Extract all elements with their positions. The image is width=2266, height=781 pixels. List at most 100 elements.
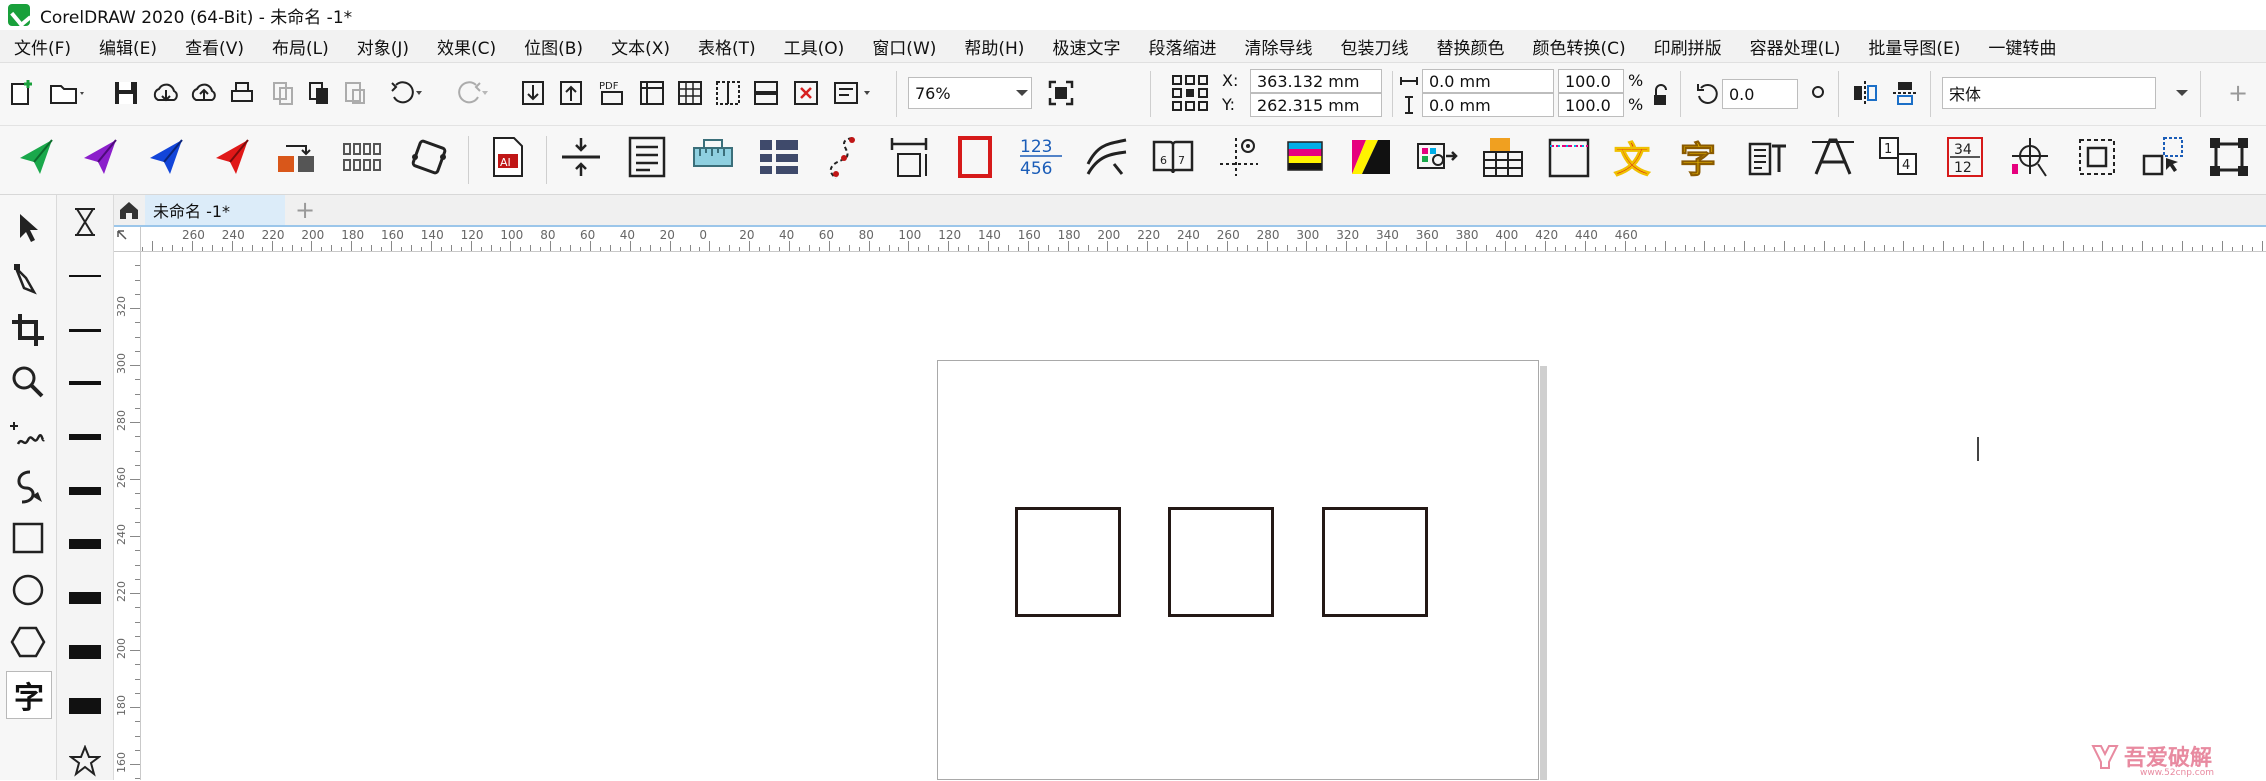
add-toolbar-plus-icon[interactable]: + (2220, 75, 2256, 111)
text-frame-icon[interactable] (622, 132, 672, 182)
new-document-icon[interactable] (6, 75, 38, 111)
vertical-ruler[interactable]: 320 300 280 260 240 220 200 180 160 (114, 227, 141, 780)
menu-item[interactable]: 效果(C) (423, 34, 510, 59)
zoom-to-page-icon[interactable] (1044, 75, 1078, 111)
tab-document[interactable]: 未命名 -1* (145, 195, 285, 225)
font-dropdown-chevron-down-icon[interactable] (2170, 77, 2194, 109)
star-icon[interactable] (68, 744, 102, 777)
menu-item[interactable]: 查看(V) (171, 34, 258, 59)
open-folder-icon[interactable] (46, 75, 90, 111)
font-family-field[interactable]: 宋体 (1942, 77, 2156, 109)
height-field[interactable]: 0.0 mm (1422, 93, 1554, 117)
red-frame-icon[interactable] (950, 132, 1000, 182)
square-shape[interactable] (1015, 507, 1121, 617)
cmyk-bars-icon[interactable] (1280, 132, 1330, 182)
crop-tool-icon[interactable] (6, 307, 50, 353)
snap-off-icon[interactable] (790, 75, 822, 111)
dimension-tool-icon[interactable] (884, 132, 934, 182)
shape-tool-icon[interactable] (6, 255, 50, 301)
freehand-tool-icon[interactable] (6, 411, 50, 457)
mirror-horizontal-icon[interactable] (1848, 75, 1882, 111)
menu-item[interactable]: 印刷拼版 (1640, 34, 1736, 59)
menu-item[interactable]: 工具(O) (770, 34, 859, 59)
select-frame-icon[interactable] (2072, 132, 2122, 182)
window-frame-icon[interactable] (1544, 132, 1594, 182)
text-zi-icon[interactable]: 字 (1676, 132, 1726, 182)
grid-toggle-icon[interactable] (674, 75, 706, 111)
menu-item[interactable]: 包装刀线 (1326, 34, 1422, 59)
outline-width-3[interactable] (69, 434, 101, 440)
ellipse-tool-icon[interactable] (6, 567, 50, 613)
guidelines-toggle-icon[interactable] (712, 75, 744, 111)
ruler-toggle-icon[interactable] (636, 75, 668, 111)
menu-item[interactable]: 表格(T) (684, 34, 770, 59)
snap-to-icon[interactable] (750, 75, 782, 111)
send-purple-icon[interactable] (76, 132, 126, 182)
table-grid-icon[interactable] (1478, 132, 1528, 182)
horizontal-ruler[interactable]: 260 240 220 200 180 160 140 120 100 80 60 40 20 0 20 40… (140, 227, 2266, 252)
paste-icon[interactable] (340, 75, 370, 111)
node-path-icon[interactable] (820, 132, 870, 182)
rotate-frame-icon[interactable] (404, 132, 454, 182)
pick-tool-icon[interactable] (6, 205, 50, 251)
ai-file-icon[interactable]: AI (482, 132, 532, 182)
menu-item[interactable]: 编辑(E) (85, 34, 171, 59)
print-icon[interactable] (226, 75, 258, 111)
artistic-media-tool-icon[interactable] (6, 463, 50, 509)
batch-grid-icon[interactable] (338, 132, 388, 182)
text-tool-icon[interactable]: 字 (6, 671, 52, 719)
menu-item[interactable]: 替换颜色 (1422, 34, 1518, 59)
add-tab-plus-icon[interactable]: + (292, 195, 318, 225)
polygon-tool-icon[interactable] (6, 619, 50, 665)
no-outline-hourglass-icon[interactable] (71, 207, 99, 237)
width-field[interactable]: 0.0 mm (1422, 69, 1554, 93)
select-arrow-frame-icon[interactable] (2138, 132, 2188, 182)
reference-point-icon[interactable] (1170, 73, 1210, 113)
outline-hairline[interactable] (69, 275, 101, 277)
undo-icon[interactable] (386, 75, 426, 111)
text-wen-icon[interactable]: 文 (1610, 132, 1660, 182)
mirror-vertical-icon[interactable] (1888, 75, 1922, 111)
menu-item[interactable]: 极速文字 (1038, 34, 1134, 59)
x-position-field[interactable]: 363.132 mm (1250, 69, 1382, 93)
color-separation-icon[interactable] (1346, 132, 1396, 182)
import-icon[interactable] (518, 75, 548, 111)
menu-item[interactable]: 段落缩进 (1134, 34, 1230, 59)
options-icon[interactable] (830, 75, 876, 111)
menu-item[interactable]: 清除导线 (1230, 34, 1326, 59)
numbering-icon[interactable]: 123 456 (1016, 132, 1066, 182)
copy-icon[interactable] (304, 75, 334, 111)
text-outline-a-icon[interactable] (1808, 132, 1858, 182)
menu-item[interactable]: 文件(F) (0, 34, 85, 59)
outline-width-5[interactable] (69, 539, 101, 549)
menu-item[interactable]: 批量导图(E) (1854, 34, 1974, 59)
send-red-icon[interactable] (208, 132, 258, 182)
rotation-angle-field[interactable]: 0.0 (1722, 79, 1798, 109)
scale-height-field[interactable]: 100.0 (1558, 93, 1624, 117)
number-stack-icon[interactable]: 14 (1874, 132, 1924, 182)
square-shape[interactable] (1322, 507, 1428, 617)
ruler-tool-icon[interactable] (688, 132, 738, 182)
outline-width-4[interactable] (69, 487, 101, 495)
cut-icon[interactable] (268, 75, 298, 111)
home-icon[interactable] (114, 195, 144, 225)
zoom-tool-icon[interactable] (6, 359, 50, 405)
curve-offset-icon[interactable] (1082, 132, 1132, 182)
crosshair-marker-icon[interactable] (2006, 132, 2056, 182)
page-number-icon[interactable]: 34 12 (1940, 132, 1990, 182)
zoom-dropdown-chevron-down-icon[interactable] (1010, 77, 1034, 109)
outline-width-6[interactable] (69, 592, 101, 604)
menu-item[interactable]: 帮助(H) (950, 34, 1038, 59)
menu-item[interactable]: 文本(X) (597, 34, 684, 59)
send-green-icon[interactable] (12, 132, 62, 182)
outline-width-7[interactable] (69, 645, 101, 659)
list-layout-icon[interactable] (754, 132, 804, 182)
guide-marker-icon[interactable] (1214, 132, 1264, 182)
outline-width-8[interactable] (69, 698, 101, 714)
send-blue-icon[interactable] (142, 132, 192, 182)
scale-width-field[interactable]: 100.0 (1558, 69, 1624, 93)
menu-item[interactable]: 一键转曲 (1974, 34, 2070, 59)
lock-ratio-icon[interactable] (1648, 81, 1672, 109)
outline-width-1[interactable] (69, 329, 101, 332)
align-center-icon[interactable] (556, 132, 606, 182)
